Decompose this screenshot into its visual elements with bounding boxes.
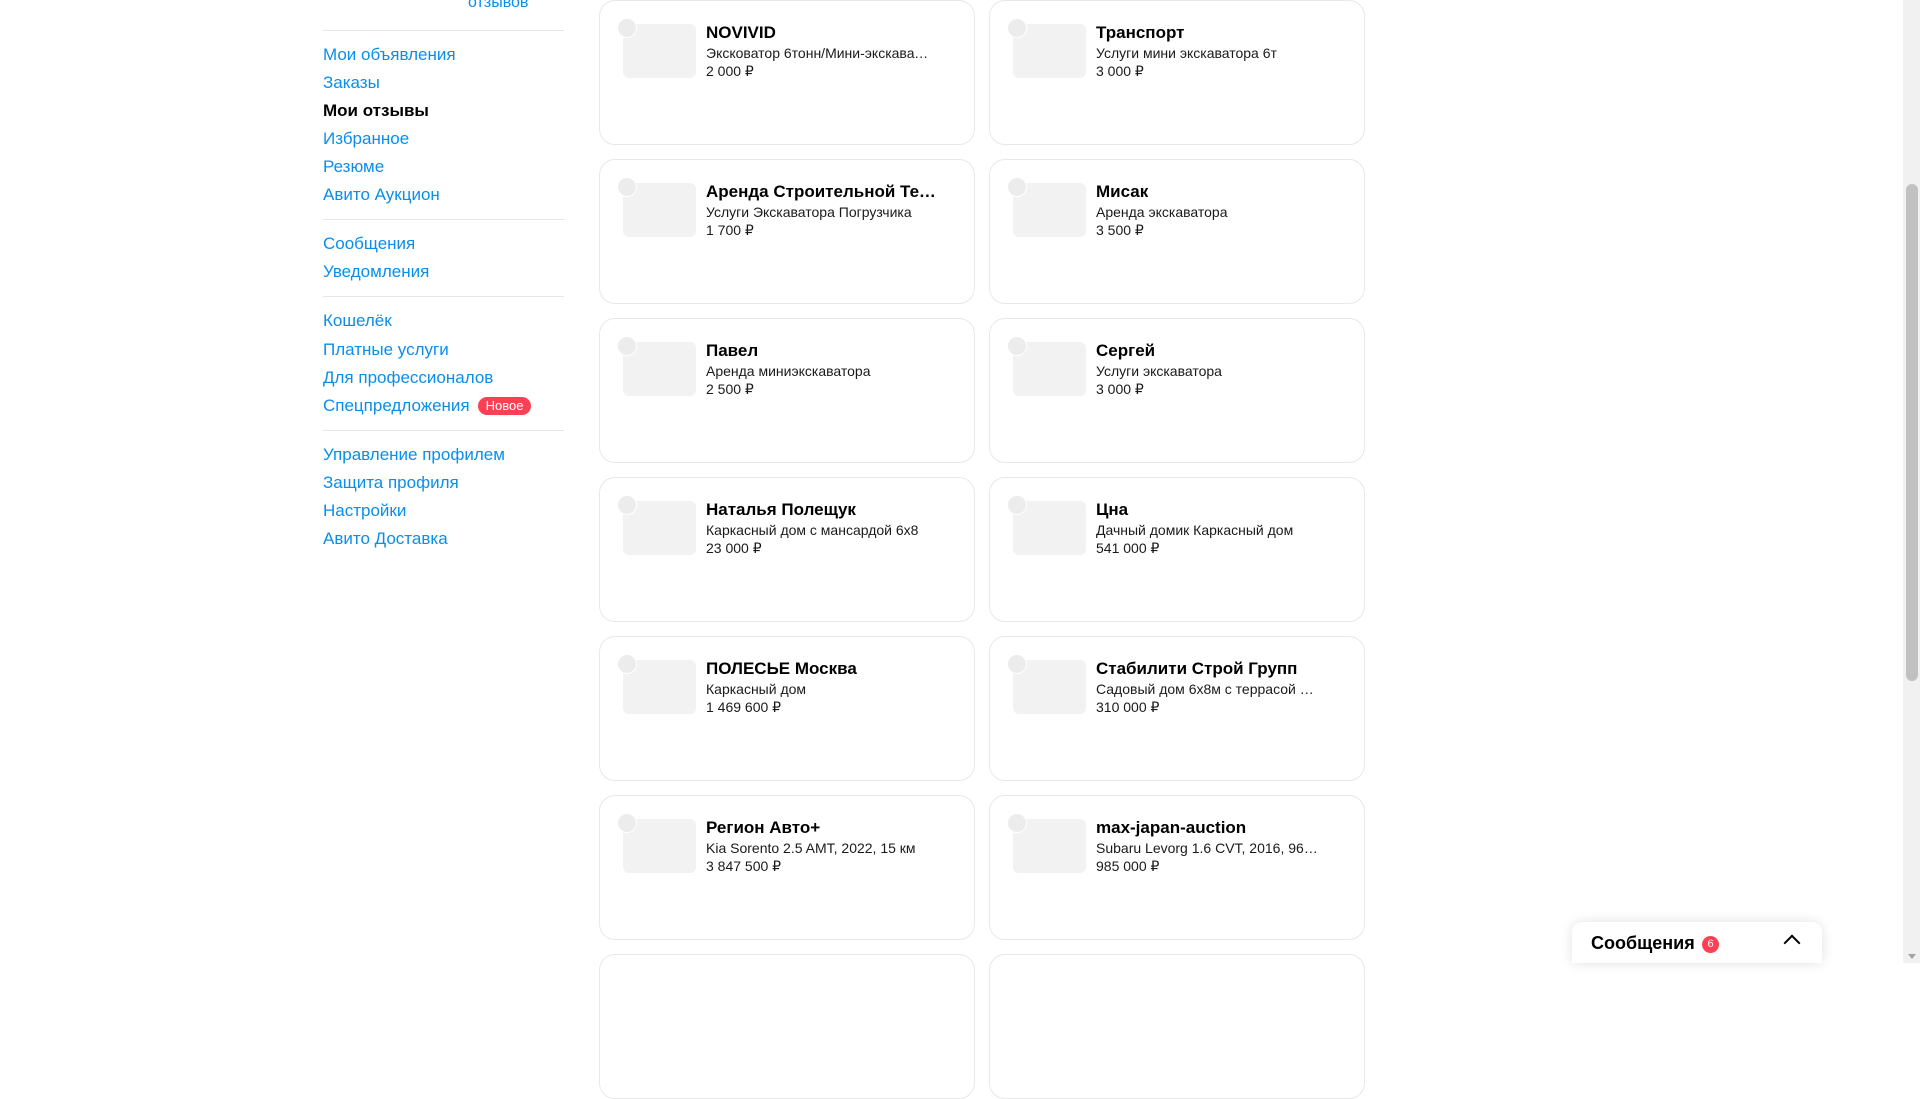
item-title: Эксковатор 6тонн/Мини-экскаватор <box>706 45 931 61</box>
seller-avatar <box>617 813 637 833</box>
seller-avatar <box>1007 18 1027 38</box>
seller-name: Сергей <box>1096 341 1156 360</box>
messenger-widget[interactable]: Сообщения 6 <box>1572 922 1822 963</box>
seller-avatar <box>617 177 637 197</box>
scrollbar[interactable] <box>1903 0 1920 963</box>
sidebar-item-wallet[interactable]: Кошелёк <box>323 310 392 332</box>
sidebar-item-notifications[interactable]: Уведомления <box>323 261 429 283</box>
sidebar-item-resume[interactable]: Резюме <box>323 156 384 178</box>
seller-name: Аренда Строительной Техники <box>706 182 936 201</box>
divider <box>323 219 564 220</box>
review-card[interactable] <box>989 954 1365 1099</box>
item-price: 1 700 ₽ <box>706 222 754 238</box>
seller-avatar <box>1007 177 1027 197</box>
seller-avatar <box>1007 813 1027 833</box>
review-card[interactable] <box>599 954 975 1099</box>
sidebar-item-settings[interactable]: Настройки <box>323 500 406 522</box>
seller-name: Наталья Полещук <box>706 500 856 519</box>
review-card[interactable]: NOVIVID Эксковатор 6тонн/Мини-экскаватор… <box>599 0 975 145</box>
sidebar-item-my-reviews[interactable]: Мои отзывы <box>323 100 429 122</box>
sidebar-item-profile-protection[interactable]: Защита профиля <box>323 472 459 494</box>
item-title: Аренда миниэкскаватора <box>706 363 871 379</box>
sidebar-item-profile-management[interactable]: Управление профилем <box>323 444 505 466</box>
review-card[interactable]: Стабилити Строй Групп Садовый дом 6х8м с… <box>989 636 1365 781</box>
item-title: Услуги мини экскаватора 6т <box>1096 45 1277 61</box>
seller-name: Цна <box>1096 500 1129 519</box>
messenger-title: Сообщения <box>1591 933 1695 953</box>
item-title: Аренда экскаватора <box>1096 204 1228 220</box>
review-card[interactable]: Мисак Аренда экскаватора 3 500 ₽ <box>989 159 1365 304</box>
seller-name: Транспорт <box>1096 23 1185 42</box>
item-price: 541 000 ₽ <box>1096 540 1160 556</box>
item-price: 3 847 500 ₽ <box>706 858 782 874</box>
divider <box>323 296 564 297</box>
seller-name: ПОЛЕСЬЕ Москва <box>706 659 857 678</box>
item-price: 310 000 ₽ <box>1096 699 1160 715</box>
item-title: Каркасный дом с мансардой 6х8 <box>706 522 919 538</box>
item-price: 2 000 ₽ <box>706 63 754 79</box>
review-card[interactable]: ПОЛЕСЬЕ Москва Каркасный дом 1 469 600 ₽ <box>599 636 975 781</box>
seller-avatar <box>1007 495 1027 515</box>
item-title: Дачный домик Каркасный дом <box>1096 522 1294 538</box>
seller-avatar <box>617 495 637 515</box>
seller-name: Павел <box>706 341 759 360</box>
review-card[interactable]: Аренда Строительной Техники Услуги Экска… <box>599 159 975 304</box>
divider <box>323 430 564 431</box>
seller-name: Стабилити Строй Групп <box>1096 659 1298 678</box>
seller-name: NOVIVID <box>706 23 776 42</box>
item-price: 1 469 600 ₽ <box>706 699 782 715</box>
review-card[interactable]: Регион Авто+ Kia Sorento 2.5 AMT, 2022, … <box>599 795 975 940</box>
review-card[interactable]: Сергей Услуги экскаватора 3 000 ₽ <box>989 318 1365 463</box>
review-card[interactable]: Наталья Полещук Каркасный дом с мансардо… <box>599 477 975 622</box>
review-card[interactable]: Цна Дачный домик Каркасный дом 541 000 ₽ <box>989 477 1365 622</box>
chevron-up-icon[interactable] <box>1783 934 1801 952</box>
item-price: 3 000 ₽ <box>1096 381 1144 397</box>
scroll-down-arrow-icon[interactable] <box>1908 954 1916 959</box>
seller-avatar <box>617 18 637 38</box>
seller-avatar <box>617 654 637 674</box>
item-price: 3 500 ₽ <box>1096 222 1144 238</box>
item-price: 2 500 ₽ <box>706 381 754 397</box>
item-price: 23 000 ₽ <box>706 540 762 556</box>
review-card[interactable]: Павел Аренда миниэкскаватора 2 500 ₽ <box>599 318 975 463</box>
seller-avatar <box>1007 654 1027 674</box>
sidebar-item-auction[interactable]: Авито Аукцион <box>323 184 440 206</box>
review-card[interactable]: max-japan-auction Subaru Levorg 1.6 CVT,… <box>989 795 1365 940</box>
item-title: Садовый дом 6х8м с террасой 2х8м <box>1096 681 1321 697</box>
seller-name: Мисак <box>1096 182 1149 201</box>
sidebar-item-special-offers[interactable]: Спецпредложения Новое <box>323 395 532 417</box>
item-price: 985 000 ₽ <box>1096 858 1160 874</box>
sidebar-item-paid-services[interactable]: Платные услуги <box>323 339 449 361</box>
item-title: Subaru Levorg 1.6 CVT, 2016, 96 000 км <box>1096 840 1321 856</box>
sidebar-item-messages[interactable]: Сообщения <box>323 233 415 255</box>
item-title: Каркасный дом <box>706 681 807 697</box>
sidebar-item-label: Спецпредложения <box>323 396 470 415</box>
item-title: Услуги экскаватора <box>1096 363 1222 379</box>
item-price: 3 000 ₽ <box>1096 63 1144 79</box>
seller-avatar <box>617 336 637 356</box>
divider <box>323 30 564 31</box>
item-title: Kia Sorento 2.5 AMT, 2022, 15 км <box>706 840 916 856</box>
seller-avatar <box>1007 336 1027 356</box>
sidebar-item-my-ads[interactable]: Мои объявления <box>323 44 456 66</box>
seller-name: max-japan-auction <box>1096 818 1247 837</box>
review-card[interactable]: Транспорт Услуги мини экскаватора 6т 3 0… <box>989 0 1365 145</box>
scrollbar-thumb[interactable] <box>1906 184 1918 681</box>
seller-name: Регион Авто+ <box>706 818 821 837</box>
sidebar-item-orders[interactable]: Заказы <box>323 72 380 94</box>
sidebar-item-favorites[interactable]: Избранное <box>323 128 409 150</box>
new-badge: Новое <box>477 396 532 415</box>
sidebar-item-for-professionals[interactable]: Для профессионалов <box>323 367 493 389</box>
item-title: Услуги Экскаватора Погрузчика <box>706 204 912 220</box>
unread-count-badge: 6 <box>1702 936 1719 953</box>
sidebar-item-delivery[interactable]: Авито Доставка <box>323 528 448 550</box>
reviews-count-link[interactable]: отзывов <box>468 0 528 12</box>
